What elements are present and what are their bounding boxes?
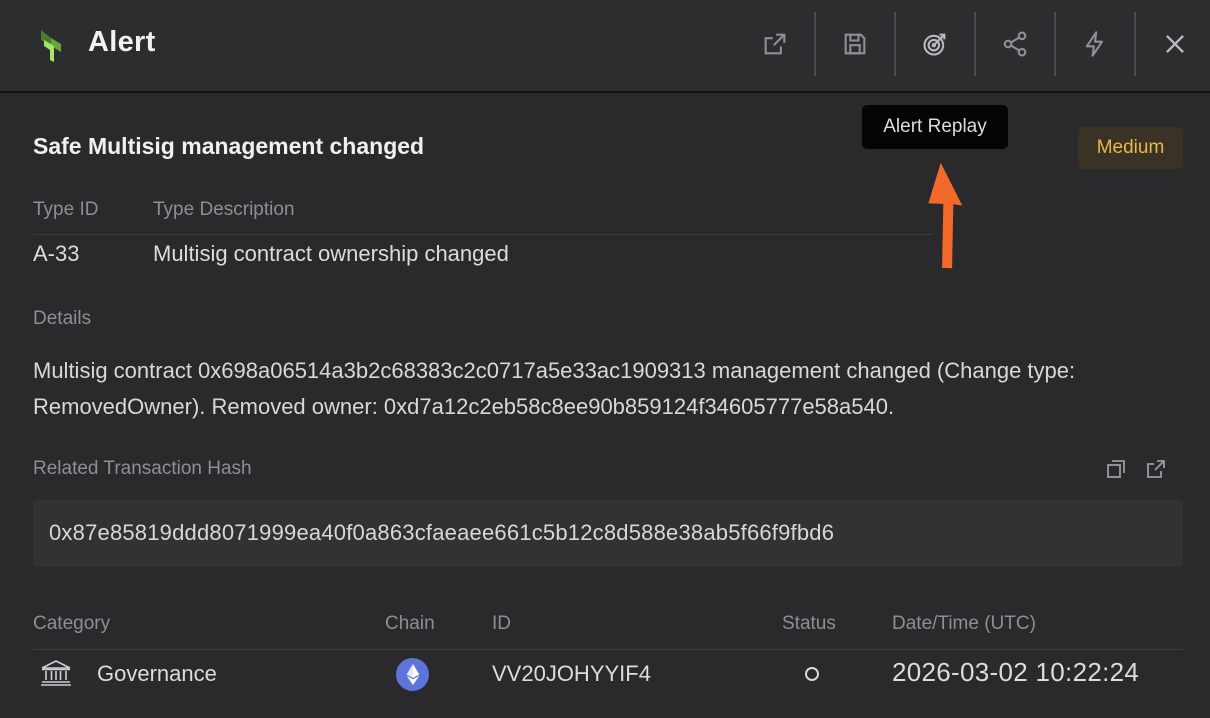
type-description-value: Multisig contract ownership changed xyxy=(153,241,509,266)
divider xyxy=(33,649,1183,650)
ethereum-icon xyxy=(396,658,429,691)
category-header: Category xyxy=(33,613,111,634)
type-id-label: Type ID xyxy=(33,199,99,220)
circle-icon xyxy=(805,667,819,681)
type-id-value: A-33 xyxy=(33,241,80,266)
datetime-value: 2026-03-02 10:22:24 xyxy=(892,657,1140,687)
share-button[interactable] xyxy=(995,24,1035,64)
alert-replay-button[interactable] xyxy=(915,24,955,64)
category-value: Governance xyxy=(97,661,217,686)
open-external-icon xyxy=(1147,460,1165,478)
status-header: Status xyxy=(782,613,836,634)
chain-header: Chain xyxy=(385,613,435,634)
logo-icon xyxy=(41,30,61,62)
annotation-arrow xyxy=(928,162,963,269)
id-header: ID xyxy=(492,613,511,634)
open-hash-external-button[interactable] xyxy=(1144,457,1168,481)
lightning-icon xyxy=(1085,31,1104,57)
alert-detail-panel: Safe Multisig management changed Medium … xyxy=(0,93,1210,718)
alert-id-value: VV20JOHYYIF4 xyxy=(492,661,651,686)
severity-badge: Medium xyxy=(1078,127,1183,169)
trigger-button[interactable] xyxy=(1075,24,1115,64)
toolbar-divider xyxy=(974,12,976,76)
open-external-button[interactable] xyxy=(755,24,795,64)
datetime-header: Date/Time (UTC) xyxy=(892,613,1036,634)
transaction-hash[interactable]: 0x87e85819ddd8071999ea40f0a863cfaeaee661… xyxy=(49,520,834,546)
hash-label: Related Transaction Hash xyxy=(33,458,252,479)
toolbar-divider xyxy=(1134,12,1136,76)
copy-button[interactable] xyxy=(1104,457,1128,481)
toolbar-divider xyxy=(1054,12,1056,76)
save-button[interactable] xyxy=(835,24,875,64)
details-label: Details xyxy=(33,308,92,329)
save-icon xyxy=(844,33,866,55)
bank-icon xyxy=(41,660,71,686)
details-text: Multisig contract 0x698a06514a3b2c68383c… xyxy=(33,358,1076,419)
close-button[interactable] xyxy=(1155,24,1195,64)
share-icon xyxy=(1003,31,1027,57)
type-description-label: Type Description xyxy=(153,199,295,220)
alert-name: Safe Multisig management changed xyxy=(33,133,425,159)
copy-icon xyxy=(1107,460,1125,478)
tooltip: Alert Replay xyxy=(862,105,1008,149)
toolbar-divider xyxy=(894,12,896,76)
close-icon xyxy=(1166,35,1184,53)
transaction-hash-box[interactable]: 0x87e85819ddd8071999ea40f0a863cfaeaee661… xyxy=(33,500,1183,567)
target-icon xyxy=(923,33,946,56)
header-bar: Alert xyxy=(0,0,1210,93)
toolbar-divider xyxy=(814,12,816,76)
divider xyxy=(33,234,933,235)
page-title: Alert xyxy=(88,26,156,58)
open-external-icon xyxy=(764,33,786,55)
